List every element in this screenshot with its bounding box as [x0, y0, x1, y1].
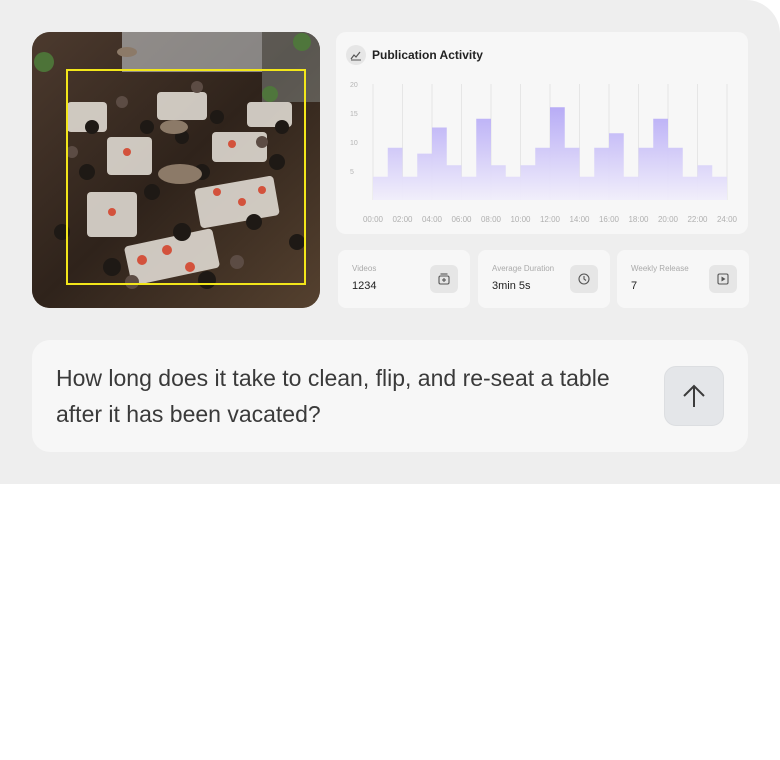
- chart-icon: [346, 45, 366, 65]
- y-tick-label: 15: [350, 111, 358, 118]
- x-tick-label: 14:00: [569, 215, 590, 224]
- y-tick-label: 5: [350, 169, 354, 176]
- play-icon[interactable]: [709, 265, 737, 293]
- question-text: How long does it take to clean, flip, an…: [56, 365, 610, 427]
- activity-area: [373, 107, 727, 200]
- x-tick-label: 18:00: [628, 215, 649, 224]
- send-button[interactable]: [664, 366, 724, 426]
- activity-chart: 5 10 15 20 00:00 02:00 04:00 06:00 08:00 10:00 12:…: [350, 82, 738, 224]
- x-tick-label: 22:00: [687, 215, 708, 224]
- x-tick-label: 24:00: [717, 215, 738, 224]
- arrow-up-icon: [683, 384, 705, 407]
- question-card: How long does it take to clean, flip, an…: [32, 340, 748, 452]
- y-tick-label: 10: [350, 140, 358, 147]
- camera-feed-image: [32, 32, 320, 308]
- detection-box: [66, 69, 306, 285]
- stat-card-weekly-release: Weekly Release 7: [617, 250, 749, 308]
- x-tick-label: 08:00: [481, 215, 502, 224]
- clock-icon[interactable]: [570, 265, 598, 293]
- stat-value: 7: [631, 280, 638, 292]
- x-tick-label: 00:00: [363, 215, 384, 224]
- chart-header: Publication Activity: [346, 44, 483, 66]
- stat-value: 3min 5s: [492, 280, 531, 292]
- stat-label: Average Duration: [492, 264, 555, 273]
- stat-label: Videos: [352, 264, 377, 273]
- stat-card-average-duration: Average Duration 3min 5s: [478, 250, 610, 308]
- stat-value: 1234: [352, 280, 377, 292]
- x-tick-label: 02:00: [392, 215, 413, 224]
- x-tick-label: 10:00: [510, 215, 531, 224]
- main-panel: Publication Activity 5 10 15 20 00:00 02:00 04…: [0, 0, 780, 484]
- x-tick-label: 04:00: [422, 215, 443, 224]
- x-tick-label: 06:00: [451, 215, 472, 224]
- x-tick-label: 20:00: [658, 215, 679, 224]
- stat-label: Weekly Release: [631, 264, 689, 273]
- x-tick-label: 16:00: [599, 215, 620, 224]
- x-tick-label: 12:00: [540, 215, 561, 224]
- stat-card-videos: Videos 1234: [338, 250, 470, 308]
- y-tick-label: 20: [350, 82, 358, 89]
- chart-title: Publication Activity: [372, 48, 483, 62]
- publication-activity-card: Publication Activity 5 10 15 20 00:00 02:00 04…: [336, 32, 748, 234]
- video-add-icon[interactable]: [430, 265, 458, 293]
